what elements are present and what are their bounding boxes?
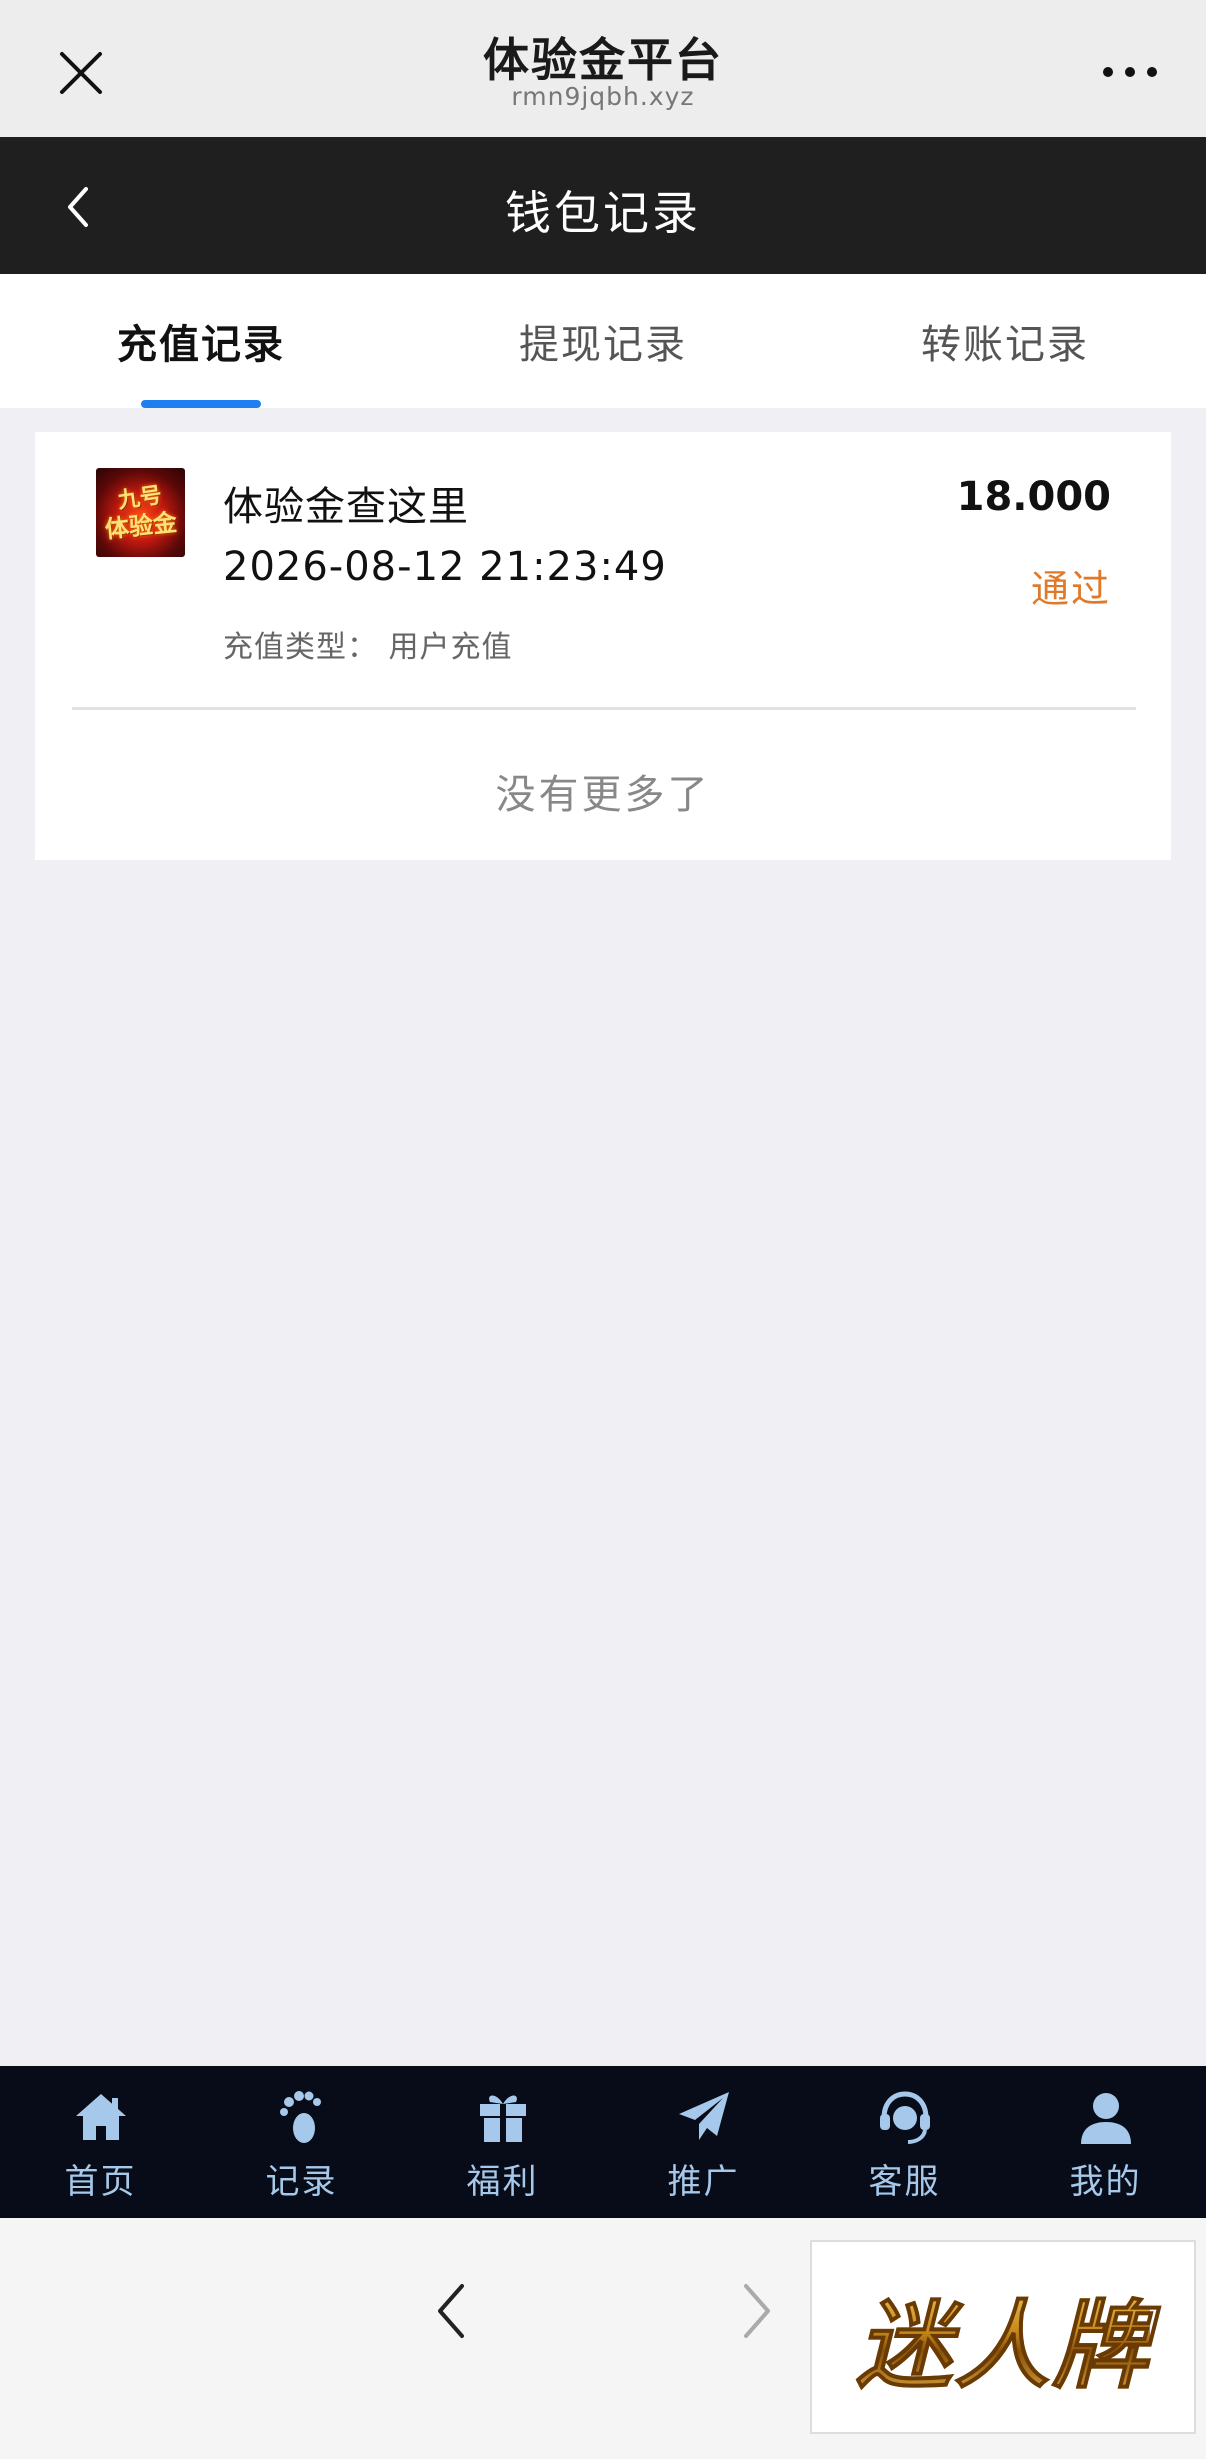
headset-icon (879, 2091, 930, 2144)
nav-label: 福利 (466, 2162, 539, 2202)
browser-bottom-bar: 迷人牌 (0, 2218, 1206, 2459)
nav-label: 首页 (64, 2162, 137, 2202)
more-dots-icon (1103, 67, 1157, 77)
browser-page-title: 体验金平台 (483, 33, 723, 87)
user-icon (1080, 2093, 1131, 2144)
tab-recharge-records[interactable]: 充值记录 (0, 274, 402, 408)
browser-url: rmn9jqbh.xyz (511, 82, 695, 111)
tab-withdraw-records[interactable]: 提现记录 (402, 274, 804, 408)
nav-label: 记录 (265, 2162, 338, 2202)
ad-logo-text: 迷人牌 (856, 2268, 1150, 2407)
record-type-label: 充值类型： (223, 630, 378, 665)
nav-item-home[interactable]: 首页 (0, 2066, 201, 2218)
nav-label: 我的 (1069, 2162, 1142, 2202)
app-header: 钱包记录 (0, 137, 1206, 274)
logo-text-line: 九号 (116, 482, 164, 514)
nav-item-promote[interactable]: 推广 (603, 2066, 804, 2218)
record-tabs: 充值记录 提现记录 转账记录 (0, 274, 1206, 408)
record-type-value: 用户充值 (388, 630, 513, 665)
nav-item-mine[interactable]: 我的 (1005, 2066, 1206, 2218)
list-end-text: 没有更多了 (495, 772, 711, 818)
tab-label: 充值记录 (117, 322, 285, 368)
status-badge: 通过 (1030, 567, 1111, 611)
page-title: 钱包记录 (505, 186, 701, 240)
gift-icon (479, 2095, 526, 2142)
ad-banner[interactable]: 迷人牌 (810, 2240, 1196, 2434)
home-icon (75, 2094, 126, 2140)
browser-top-bar: 体验金平台 rmn9jqbh.xyz (0, 0, 1206, 137)
footprint-icon (279, 2091, 321, 2143)
browser-forward-button[interactable] (726, 2276, 786, 2346)
paper-plane-icon (678, 2092, 729, 2140)
tab-label: 提现记录 (519, 322, 687, 368)
record-type: 充值类型： 用户充值 (223, 622, 513, 666)
nav-item-welfare[interactable]: 福利 (402, 2066, 603, 2218)
chevron-right-icon (744, 2284, 770, 2338)
nav-label: 推广 (667, 2162, 740, 2202)
record-logo: 九号 体验金 (96, 468, 185, 557)
logo-text-line: 体验金 (103, 507, 178, 544)
tab-transfer-records[interactable]: 转账记录 (804, 274, 1206, 408)
record-amount: 18.000 (956, 474, 1111, 520)
record-name: 体验金查这里 (223, 484, 469, 530)
bottom-nav: 首页 记录 福利 推广 客服 我的 (0, 2066, 1206, 2218)
chevron-left-icon (438, 2284, 464, 2338)
active-tab-indicator (141, 400, 261, 408)
nav-label: 客服 (868, 2162, 941, 2202)
nav-item-records[interactable]: 记录 (201, 2066, 402, 2218)
more-options-button[interactable] (1098, 52, 1162, 92)
tab-label: 转账记录 (921, 322, 1089, 368)
nav-item-support[interactable]: 客服 (804, 2066, 1005, 2218)
record-time: 2026-08-12 21:23:49 (223, 544, 667, 590)
record-list: 九号 体验金 体验金查这里 2026-08-12 21:23:49 充值类型： … (35, 432, 1171, 860)
browser-back-button[interactable] (422, 2276, 482, 2346)
divider (72, 707, 1136, 710)
